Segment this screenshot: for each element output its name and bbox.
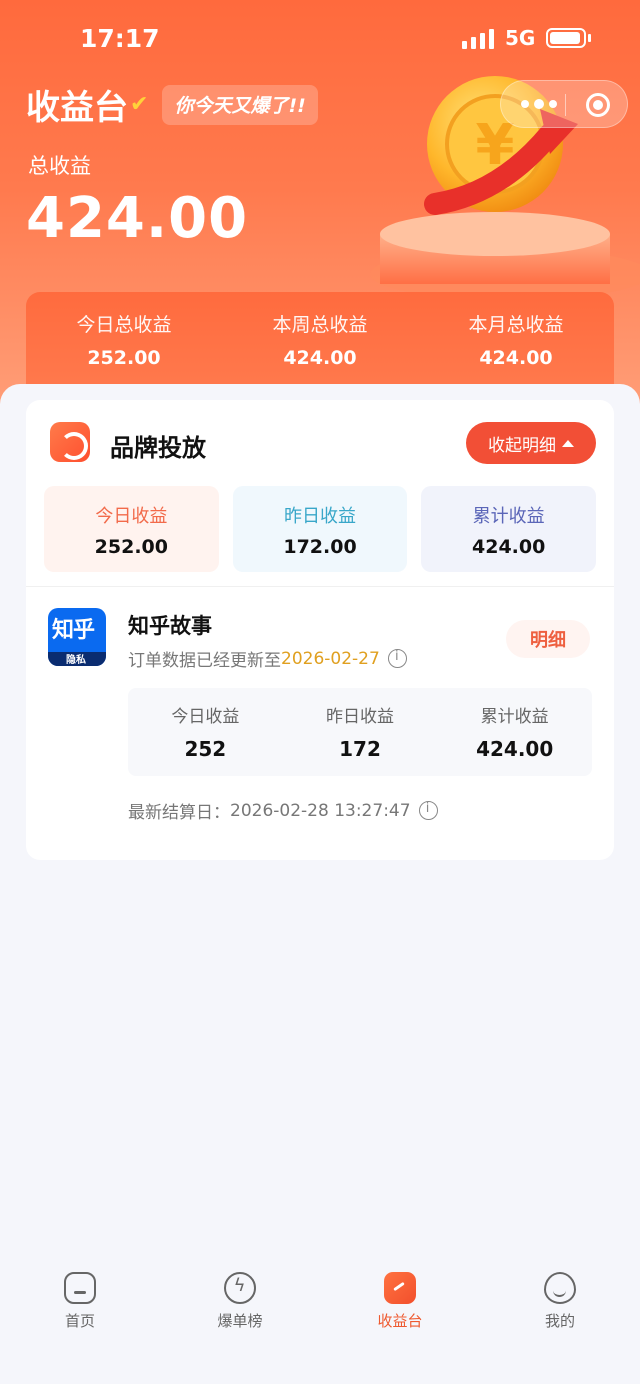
- status-time: 17:17: [80, 24, 160, 53]
- summary-total: 累计收益 424.00: [421, 486, 597, 572]
- battery-tip: [588, 34, 591, 42]
- summary-yesterday: 昨日收益 172.00: [232, 486, 408, 572]
- detail-button[interactable]: 明细: [506, 620, 590, 658]
- tab-home[interactable]: 首页: [0, 1256, 160, 1384]
- status-bar: 17:17 5G: [0, 22, 640, 58]
- zhihu-app-icon: 知乎 隐私: [48, 608, 106, 666]
- bottom-tabbar: 首页 爆单榜 收益台 我的: [0, 1256, 640, 1384]
- caret-up-icon: [562, 439, 574, 447]
- stat-yesterday: 昨日收益 172: [326, 707, 394, 761]
- network-type: 5G: [505, 26, 536, 50]
- total-earnings-value: 424.00: [26, 186, 249, 251]
- miniprogram-capsule: [500, 80, 628, 128]
- brand-card: 品牌投放 收起明细 今日收益 252.00 昨日收益 172.00 累计收益 4…: [26, 400, 614, 860]
- divider: [26, 586, 614, 587]
- header-banner: 17:17 5G 收益台 ✔ 你今天又爆了!! ¥ 总收益 424.00 今日总…: [0, 0, 640, 420]
- brand-logo-icon: [50, 422, 90, 462]
- info-icon[interactable]: [387, 649, 407, 668]
- tab-profile[interactable]: 我的: [480, 1256, 640, 1384]
- close-target-icon[interactable]: [586, 93, 610, 117]
- earnings-icon: [384, 1272, 416, 1304]
- profile-icon: [544, 1272, 576, 1304]
- title-row: 收益台 ✔ 你今天又爆了!!: [26, 80, 318, 129]
- info-icon[interactable]: [418, 801, 438, 820]
- app-name: 知乎故事: [128, 614, 212, 638]
- home-icon: [64, 1272, 96, 1304]
- tab-earnings[interactable]: 收益台: [320, 1256, 480, 1384]
- tab-hot-list[interactable]: 爆单榜: [160, 1256, 320, 1384]
- stat-today: 今日收益 252: [171, 707, 240, 761]
- page-title: 收益台: [26, 88, 128, 128]
- brand-title: 品牌投放: [110, 434, 206, 462]
- lightning-icon: [224, 1272, 256, 1304]
- total-earnings-label: 总收益: [28, 154, 91, 178]
- collapse-details-button[interactable]: 收起明细: [466, 422, 596, 464]
- app-stats: 今日收益 252 昨日收益 172 累计收益 424.00: [128, 688, 592, 776]
- summary-today: 今日收益 252.00: [44, 486, 219, 572]
- check-badge-icon: ✔: [130, 92, 149, 117]
- update-status: 订单数据已经更新至 2026-02-27: [128, 646, 407, 671]
- battery-icon: [546, 28, 586, 48]
- stat-total: 累计收益 424.00: [476, 707, 554, 761]
- more-icon[interactable]: [521, 99, 557, 109]
- slogan-tag: 你今天又爆了!!: [162, 84, 318, 125]
- settlement-date: 最新结算日： 2026-02-28 13:27:47: [128, 798, 438, 823]
- brand-summary: 今日收益 252.00 昨日收益 172.00 累计收益 424.00: [44, 486, 597, 572]
- signal-icon: [462, 29, 494, 49]
